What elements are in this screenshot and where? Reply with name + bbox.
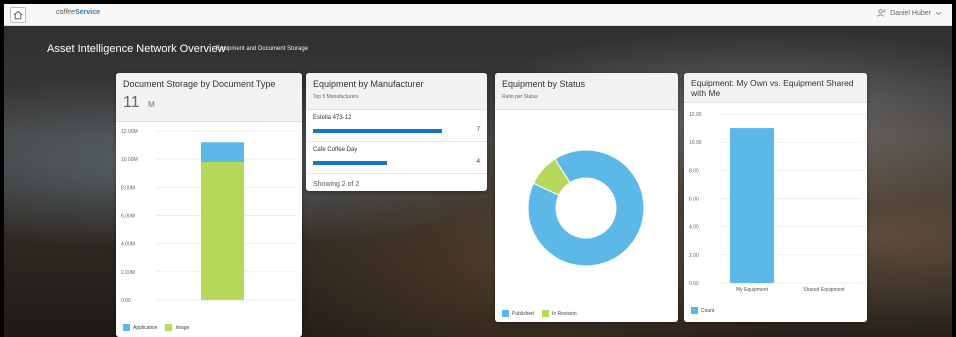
y-tick-label: 12.00M bbox=[121, 129, 138, 135]
logo-brand: Service bbox=[75, 9, 100, 16]
card-equipment-by-manufacturer[interactable]: Equipment by Manufacturer Top 5 Manufact… bbox=[306, 73, 487, 191]
showing-count[interactable]: Showing 2 of 2 bbox=[306, 174, 487, 191]
legend-label: Application bbox=[133, 324, 158, 331]
y-tick-label: 8.00M bbox=[121, 185, 135, 191]
card-document-storage[interactable]: Document Storage by Document Type 11 M 0… bbox=[116, 73, 302, 337]
bar-my-equipment bbox=[730, 128, 774, 283]
legend-label: Image bbox=[175, 324, 190, 331]
card-own-vs-shared[interactable]: Equipment: My Own vs. Equipment Shared w… bbox=[684, 73, 867, 322]
legend-item-image[interactable]: Image bbox=[165, 324, 189, 331]
user-name: Daniel Huber bbox=[890, 9, 931, 17]
y-tick-label: 0.00 bbox=[689, 281, 699, 287]
manufacturer-bar bbox=[313, 161, 387, 165]
card-subtitle: Ratio per Status bbox=[502, 94, 538, 100]
y-tick-label: 2.00 bbox=[689, 253, 699, 259]
manufacturer-count: 4 bbox=[476, 159, 480, 165]
kpi-unit: M bbox=[148, 100, 155, 109]
card-title: Equipment by Status bbox=[502, 79, 586, 89]
legend-label: In Revision bbox=[551, 310, 577, 317]
document-storage-chart: 0.00 2.00M 4.00M 6.00M 8.00M 10.00M 12.00M bbox=[121, 129, 296, 304]
legend-item-in-revision[interactable]: In Revision bbox=[541, 310, 577, 317]
app-logo[interactable]: coffeeService bbox=[56, 9, 100, 16]
list-item[interactable]: Estella 473-12 7 bbox=[306, 110, 487, 142]
chart-legend: Published In Revision bbox=[502, 310, 577, 317]
kpi-number: 11 bbox=[123, 94, 140, 111]
shell-bar: coffeeService Daniel Huber bbox=[4, 4, 952, 26]
y-tick-label: 6.00 bbox=[689, 197, 699, 203]
legend-label: Count bbox=[701, 307, 715, 314]
y-tick-label: 8.00 bbox=[689, 168, 699, 174]
card-title: Equipment by Manufacturer bbox=[313, 79, 424, 89]
legend-item-published[interactable]: Published bbox=[502, 310, 534, 317]
user-icon bbox=[877, 9, 886, 17]
y-tick-label: 12.00 bbox=[689, 112, 702, 118]
chart-legend: Application Image bbox=[123, 324, 189, 331]
logo-prefix: coffee bbox=[56, 9, 76, 16]
card-subtitle: Top 5 Manufacturers bbox=[313, 94, 359, 100]
y-tick-label: 4.00 bbox=[689, 225, 699, 231]
legend-item-count[interactable]: Count bbox=[691, 307, 714, 314]
x-tick-label: Shared Equipment bbox=[803, 287, 845, 293]
y-tick-label: 6.00M bbox=[121, 214, 135, 220]
manufacturer-count: 7 bbox=[476, 127, 480, 133]
page-title: Asset Intelligence Network Overview bbox=[47, 43, 226, 55]
page-subtitle: Equipment and Document Storage bbox=[216, 46, 309, 52]
y-tick-label: 4.00M bbox=[121, 242, 135, 248]
card-title: Equipment: My Own vs. Equipment Shared w… bbox=[691, 78, 854, 98]
x-tick-label: My Equipment bbox=[736, 287, 769, 293]
y-tick-label: 2.00M bbox=[121, 270, 135, 276]
y-tick-label: 10.00M bbox=[121, 157, 138, 163]
card-equipment-by-status[interactable]: Equipment by Status Ratio per Status Pub… bbox=[495, 73, 678, 322]
home-button[interactable] bbox=[10, 7, 26, 23]
bar-segment-image bbox=[201, 161, 244, 300]
chart-legend: Count bbox=[691, 307, 714, 314]
card-title: Document Storage by Document Type bbox=[123, 79, 276, 89]
bar-segment-application bbox=[201, 142, 244, 162]
own-vs-shared-chart: 0.00 2.00 4.00 6.00 8.00 10.00 12.00 My Equipme… bbox=[689, 112, 862, 293]
status-donut-chart bbox=[527, 149, 645, 267]
home-icon bbox=[13, 10, 23, 20]
list-item[interactable]: Cafe Coffee Day 4 bbox=[306, 142, 487, 174]
manufacturer-name: Estella 473-12 bbox=[313, 115, 352, 121]
legend-label: Published bbox=[512, 310, 534, 317]
y-tick-label: 10.00 bbox=[689, 140, 702, 146]
chevron-down-icon bbox=[935, 11, 942, 15]
manufacturer-bar bbox=[313, 129, 442, 133]
user-menu[interactable]: Daniel Huber bbox=[877, 9, 942, 17]
kpi-value: 11 M bbox=[123, 94, 295, 112]
y-tick-label: 0.00 bbox=[121, 298, 131, 304]
legend-item-application[interactable]: Application bbox=[123, 324, 157, 331]
manufacturer-name: Cafe Coffee Day bbox=[313, 147, 358, 153]
launchpad-frame: coffeeService Daniel Huber Asset Intelli… bbox=[4, 4, 952, 337]
